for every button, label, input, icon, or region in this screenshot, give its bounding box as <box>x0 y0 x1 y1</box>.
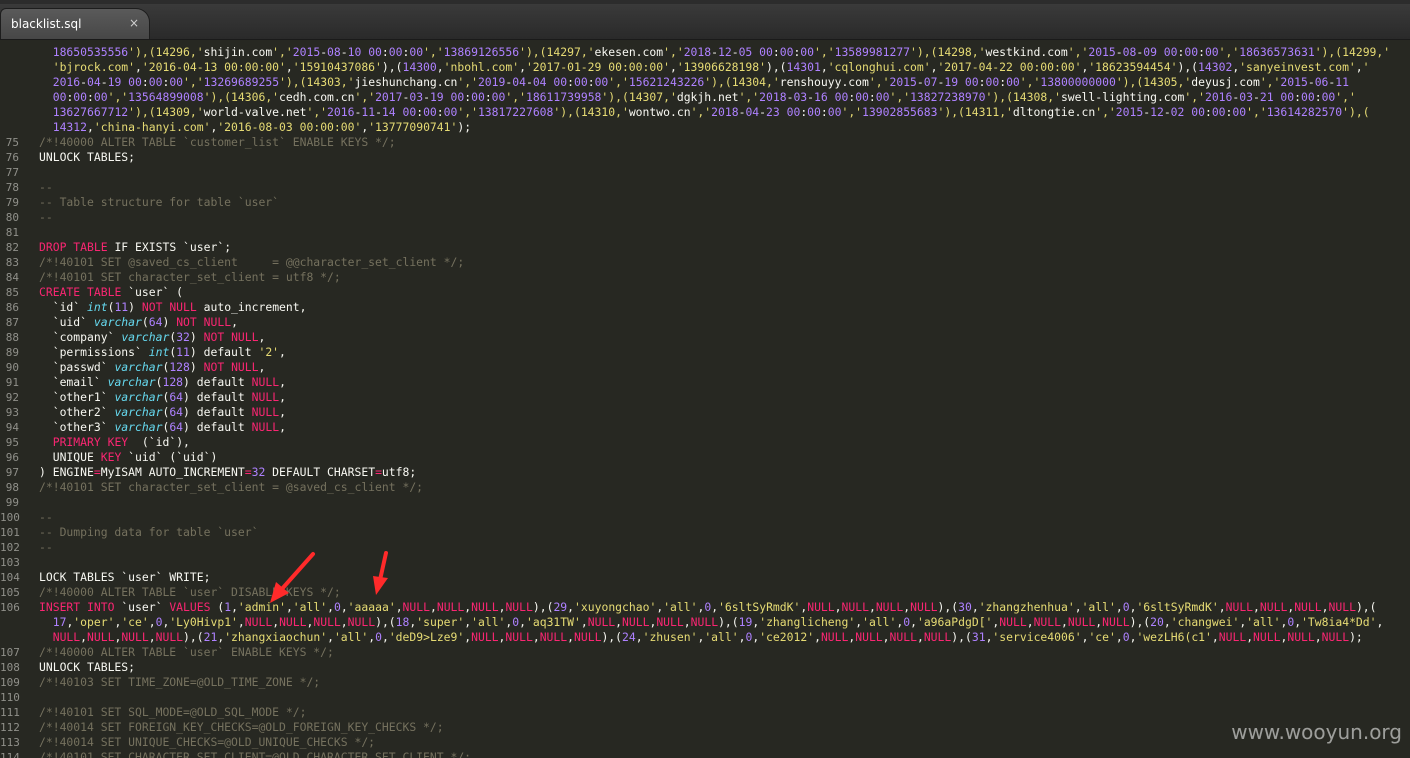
annotation-arrows <box>270 551 388 603</box>
tab-title: blacklist.sql <box>11 17 82 31</box>
tab-bar: blacklist.sql × <box>0 4 1410 40</box>
annotation-arrowhead-2 <box>373 576 388 595</box>
tab-blacklist-sql[interactable]: blacklist.sql × <box>0 8 150 39</box>
close-icon[interactable]: × <box>129 16 139 30</box>
annotation-arrow-1 <box>279 552 315 592</box>
watermark: www.wooyun.org <box>1231 720 1402 744</box>
code-editor[interactable]: 18650535556'),(14296,'shijin.com','2015-… <box>0 40 1410 758</box>
annotation-arrow-2 <box>378 551 388 582</box>
